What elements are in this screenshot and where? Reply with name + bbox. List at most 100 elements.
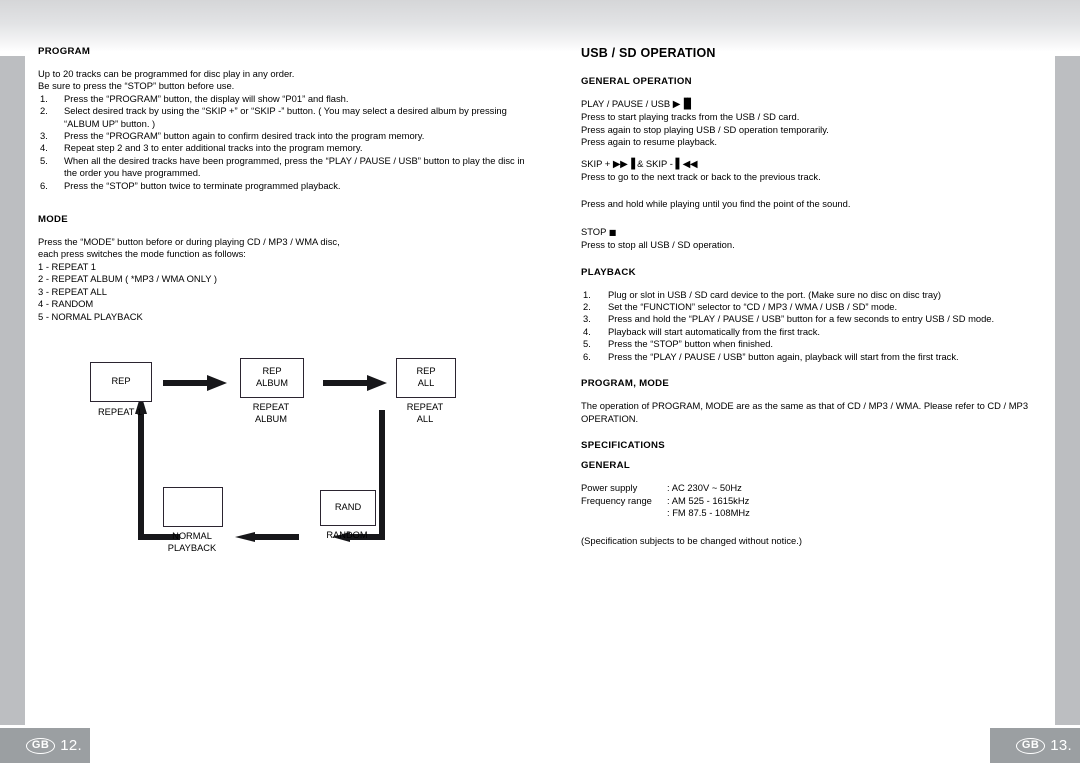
program-steps-list: 1. Press the “PROGRAM” button, the displa… — [38, 93, 538, 192]
section-heading-playback: PLAYBACK — [581, 266, 636, 278]
diagram-caption-repeat-album: REPEAT ALBUM — [252, 402, 290, 424]
left-page-column: PROGRAM Up to 20 tracks can be programme… — [38, 46, 538, 323]
spec-value: : AM 525 - 1615kHz — [667, 494, 750, 506]
list-number: 6. — [40, 179, 48, 191]
list-item: 1. Press the “PROGRAM” button, the displa… — [38, 93, 538, 105]
list-text: Set the “FUNCTION” selector to “CD / MP3… — [608, 301, 898, 313]
diagram-caption-repeat-1: REPEAT 1 — [97, 407, 143, 417]
program-intro-line-2: Be sure to press the “STOP” button befor… — [38, 80, 235, 92]
list-number: 6. — [583, 350, 591, 362]
list-item: 4. Playback will start automatically from… — [581, 326, 1036, 338]
list-text: Press the “STOP” button when finished. — [608, 338, 774, 350]
list-item: 6. Press the “PLAY / PAUSE / USB” button … — [581, 351, 1036, 363]
list-number: 2. — [40, 105, 48, 117]
list-item: 5. When all the desired tracks have been … — [38, 155, 538, 180]
section-heading-program: PROGRAM — [38, 46, 91, 57]
list-item: 6. Press the “STOP” button twice to termi… — [38, 180, 538, 192]
list-item: 4. Repeat step 2 and 3 to enter additiona… — [38, 142, 538, 154]
page-number: 12. — [60, 737, 82, 754]
stop-line-1: Press to stop all USB / SD operation. — [581, 239, 735, 251]
list-number: 2. — [583, 301, 591, 313]
program-intro-line-1: Up to 20 tracks can be programmed for di… — [38, 68, 295, 79]
skip-line-1: Press to go to the next track or back to… — [581, 171, 821, 183]
spec-key — [581, 507, 667, 520]
diagram-caption-random: RANDOM — [326, 530, 368, 540]
list-number: 3. — [40, 130, 48, 142]
right-page-column: USB / SD OPERATION GENERAL OPERATION PLA… — [581, 46, 1036, 547]
skip-label-middle: & SKIP - — [634, 157, 676, 169]
list-text: Press the “PROGRAM” button again to conf… — [64, 130, 425, 142]
section-heading-mode: MODE — [38, 214, 68, 226]
list-text: Select desired track by using the “SKIP … — [64, 105, 507, 129]
play-pause-line-3: Press again to resume playback. — [581, 136, 718, 148]
diagram-caption-normal-playback: NORMAL PLAYBACK — [167, 531, 217, 553]
list-text: Press and hold the “PLAY / PAUSE / USB” … — [608, 313, 995, 325]
play-pause-usb-label: PLAY / PAUSE / USB — [581, 98, 671, 109]
mode-option: 3 - REPEAT ALL — [38, 285, 107, 297]
footer-page-left: GB 12. — [0, 728, 90, 763]
page-title: USB / SD OPERATION — [581, 46, 716, 60]
skip-label-prefix: SKIP + — [581, 157, 613, 169]
playback-steps-list: 1. Plug or slot in USB / SD card device t… — [581, 289, 1036, 363]
arrow-left-1 — [235, 532, 299, 542]
list-item: 5. Press the “STOP” button when finished. — [581, 338, 1036, 350]
gb-badge-icon: GB — [25, 737, 56, 754]
page-top-gradient — [0, 0, 1080, 52]
mode-intro-line-2: each press switches the mode function as… — [38, 248, 246, 260]
list-item: 2. Select desired track by using the “SKI… — [38, 105, 538, 130]
spec-row: : FM 87.5 - 108MHz — [581, 507, 1036, 520]
spec-key: Frequency range — [581, 494, 652, 506]
mode-option: 2 - REPEAT ALBUM ( *MP3 / WMA ONLY ) — [38, 273, 218, 285]
play-pause-line-2: Press again to stop playing USB / SD ope… — [581, 123, 829, 135]
list-text: When all the desired tracks have been pr… — [64, 154, 525, 179]
diagram-box-repeat-all: REP ALL — [396, 358, 456, 398]
list-number: 3. — [583, 313, 591, 325]
diagram-box-repeat-album: REP ALBUM — [240, 358, 304, 398]
mode-intro-line-1: Press the “MODE” button before or during… — [38, 236, 340, 248]
gb-badge-icon: GB — [1015, 737, 1046, 754]
mode-option: 1 - REPEAT 1 — [38, 260, 97, 272]
specifications-note: (Specification subjects to be changed wi… — [581, 534, 802, 546]
spec-value: : AC 230V ~ 50Hz — [667, 481, 742, 493]
play-pause-usb-label-row: PLAY / PAUSE / USB ▶▐▌ — [581, 98, 1036, 111]
list-number: 4. — [583, 325, 591, 337]
list-number: 1. — [583, 288, 591, 300]
list-text: Repeat step 2 and 3 to enter additional … — [64, 142, 363, 154]
arrow-right-2 — [323, 375, 387, 391]
section-subheading-general: GENERAL — [581, 459, 631, 471]
list-item: 3. Press and hold the “PLAY / PAUSE / USB… — [581, 313, 1036, 325]
mode-option: 5 - NORMAL PLAYBACK — [38, 310, 143, 322]
play-pause-line-1: Press to start playing tracks from the U… — [581, 111, 800, 123]
spec-row: Power supply : AC 230V ~ 50Hz — [581, 482, 1036, 495]
stop-icon: ■ — [608, 227, 617, 237]
mode-option: 4 - RANDOM — [38, 298, 94, 310]
list-text: Press the “PLAY / PAUSE / USB” button ag… — [608, 350, 959, 362]
diagram-box-repeat-1: REP — [90, 362, 152, 402]
list-text: Playback will start automatically from t… — [608, 325, 821, 337]
play-pause-icon: ▶▐▌ — [672, 99, 695, 110]
stop-label-row: STOP ■ — [581, 226, 1036, 239]
arrow-right-1 — [163, 375, 227, 391]
footer-page-right: GB 13. — [990, 728, 1080, 763]
left-edge-bar — [0, 56, 25, 725]
list-number: 5. — [583, 338, 591, 350]
list-item: 2. Set the “FUNCTION” selector to “CD / M… — [581, 301, 1036, 313]
skip-next-icon: ▶▶▐ — [612, 158, 635, 170]
list-text: Press the “PROGRAM” button, the display … — [64, 92, 349, 104]
program-mode-paragraph: The operation of PROGRAM, MODE are as th… — [581, 400, 1029, 424]
list-text: Plug or slot in USB / SD card device to … — [608, 288, 941, 300]
spec-key: Power supply — [581, 481, 638, 493]
skip-hold-line: Press and hold while playing until you f… — [581, 198, 851, 210]
list-number: 4. — [40, 142, 48, 154]
list-item: 1. Plug or slot in USB / SD card device t… — [581, 289, 1036, 301]
spec-row: Frequency range : AM 525 - 1615kHz — [581, 495, 1036, 508]
list-number: 1. — [40, 92, 48, 104]
section-heading-program-mode: PROGRAM, MODE — [581, 378, 670, 390]
list-item: 3. Press the “PROGRAM” button again to co… — [38, 130, 538, 142]
